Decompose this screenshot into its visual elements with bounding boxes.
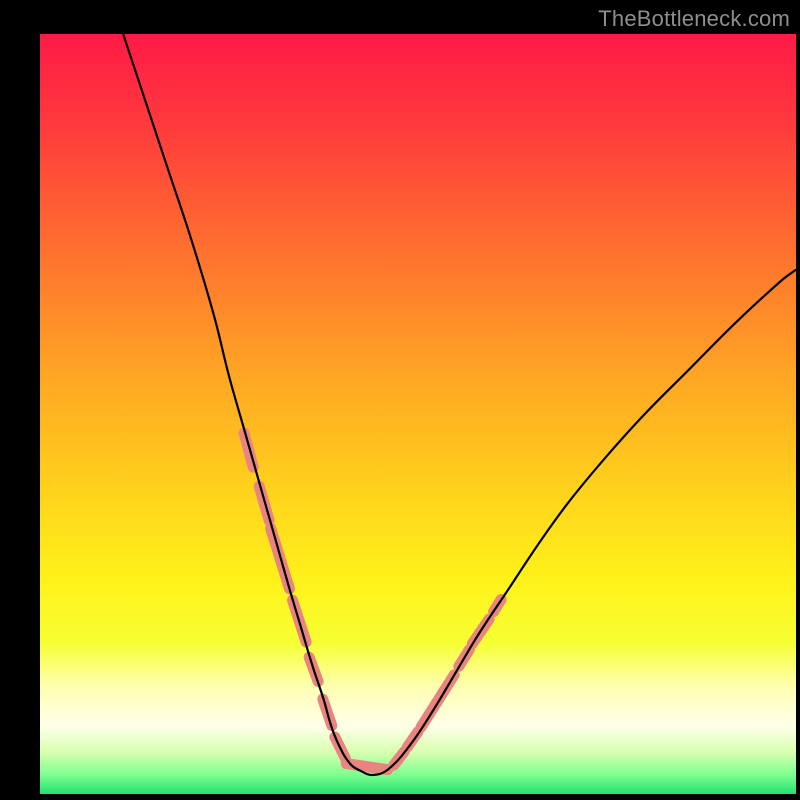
watermark-text: TheBottleneck.com bbox=[598, 6, 790, 32]
bottleneck-chart bbox=[0, 0, 800, 800]
gradient-background bbox=[40, 34, 796, 794]
